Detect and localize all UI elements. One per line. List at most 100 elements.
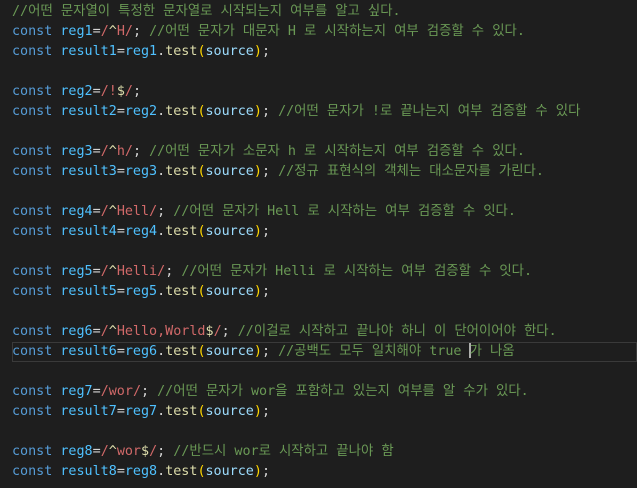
regex-delimiter: / [213, 324, 222, 339]
variable: result8 [60, 464, 117, 479]
keyword: const [12, 84, 53, 99]
regex-anchor: $ [116, 84, 125, 99]
method-name: test [165, 104, 198, 119]
regex-body: wor [116, 444, 141, 459]
argument: source [205, 344, 254, 359]
paren: ) [253, 44, 262, 59]
code-line-9: const result3=reg3.test(source); //정규 표현… [12, 162, 637, 182]
dot: . [157, 164, 166, 179]
comment: //어떤 문자가 소문자 h 로 시작하는지 여부 검증할 수 있다. [149, 144, 525, 159]
code-editor[interactable]: //어떤 문자열이 특정한 문자열로 시작되는지 여부를 알고 싶다. cons… [0, 0, 637, 488]
regex-delimiter: / [124, 24, 133, 39]
operator: = [92, 84, 101, 99]
comment: //어떤 문자열이 특정한 문자열로 시작되는지 여부를 알고 싶다. [12, 4, 401, 19]
variable: reg1 [60, 24, 93, 39]
argument: source [205, 44, 254, 59]
operator: = [116, 284, 125, 299]
keyword: const [12, 464, 53, 479]
variable: reg7 [60, 384, 93, 399]
paren: ( [197, 344, 206, 359]
regex-delimiter: / [100, 324, 109, 339]
variable: reg5 [60, 264, 93, 279]
paren: ( [197, 404, 206, 419]
regex-delimiter: / [132, 384, 141, 399]
operator: = [92, 324, 101, 339]
variable: reg6 [60, 324, 93, 339]
regex-delimiter: / [157, 264, 166, 279]
dot: . [157, 104, 166, 119]
object-ref: reg3 [124, 164, 158, 179]
regex-body: H [116, 24, 125, 39]
operator: = [116, 164, 125, 179]
comment: //어떤 문자가 !로 끝나는지 여부 검증할 수 있다 [278, 104, 581, 119]
semicolon: ; [261, 44, 270, 59]
operator: = [116, 224, 125, 239]
keyword: const [12, 104, 53, 119]
object-ref: reg5 [124, 284, 158, 299]
semicolon: ; [132, 24, 141, 39]
regex-anchor: $ [205, 324, 214, 339]
regex-delimiter: / [100, 384, 109, 399]
paren: ) [253, 464, 262, 479]
comment: //어떤 문자가 wor을 포함하고 있는지 여부를 알 수가 있다. [157, 384, 529, 399]
regex-delimiter: / [149, 204, 158, 219]
variable: reg4 [60, 204, 93, 219]
code-line-24: const result8=reg8.test(source); [12, 462, 637, 482]
regex-body: Helli [116, 264, 158, 279]
regex-anchor: ^ [108, 324, 117, 339]
variable: result2 [60, 104, 117, 119]
semicolon: ; [261, 104, 270, 119]
keyword: const [12, 44, 53, 59]
operator: = [92, 384, 101, 399]
object-ref: reg4 [124, 224, 158, 239]
code-line-6: const result2=reg2.test(source); //어떤 문자… [12, 102, 637, 122]
code-line-12: const result4=reg4.test(source); [12, 222, 637, 242]
semicolon: ; [157, 444, 166, 459]
code-line-18-current: const result6=reg6.test(source); //공백도 모… [12, 342, 637, 362]
semicolon: ; [165, 264, 174, 279]
code-line-20: const reg7=/wor/; //어떤 문자가 wor을 포함하고 있는지… [12, 382, 637, 402]
semicolon: ; [261, 224, 270, 239]
keyword: const [12, 404, 53, 419]
argument: source [205, 164, 254, 179]
object-ref: reg7 [124, 404, 158, 419]
semicolon: ; [221, 324, 230, 339]
keyword: const [12, 444, 53, 459]
variable: result6 [60, 344, 117, 359]
regex-delimiter: / [100, 264, 109, 279]
operator: = [116, 104, 125, 119]
paren: ) [253, 164, 262, 179]
regex-delimiter: / [100, 84, 109, 99]
operator: = [116, 344, 125, 359]
comment: //어떤 문자가 Helli 로 시작하는 여부 검증할 수 잇다. [181, 264, 533, 279]
paren: ( [197, 224, 206, 239]
object-ref: reg1 [124, 44, 158, 59]
keyword: const [12, 344, 53, 359]
variable: reg2 [60, 84, 93, 99]
operator: = [116, 404, 125, 419]
method-name: test [165, 404, 198, 419]
code-line-2: const reg1=/^H/; //어떤 문자가 대문자 H 로 시작하는지 … [12, 22, 637, 42]
method-name: test [165, 284, 198, 299]
keyword: const [12, 264, 53, 279]
paren: ) [253, 404, 262, 419]
regex-body: Hell [116, 204, 150, 219]
operator: = [116, 44, 125, 59]
paren: ( [197, 104, 206, 119]
operator: = [92, 204, 101, 219]
semicolon: ; [261, 464, 270, 479]
code-line-21: const result7=reg7.test(source); [12, 402, 637, 422]
semicolon: ; [261, 164, 270, 179]
regex-anchor: ^ [108, 444, 117, 459]
keyword: const [12, 144, 53, 159]
comment: //이걸로 시작하고 끝나야 하니 이 단어이어야 한다. [237, 324, 557, 339]
operator: = [116, 464, 125, 479]
regex-body: ! [108, 84, 117, 99]
object-ref: reg8 [124, 464, 158, 479]
semicolon: ; [132, 144, 141, 159]
comment: 가 나옴 [469, 344, 515, 359]
semicolon: ; [141, 384, 150, 399]
variable: result1 [60, 44, 117, 59]
regex-anchor: ^ [108, 264, 117, 279]
variable: result5 [60, 284, 117, 299]
